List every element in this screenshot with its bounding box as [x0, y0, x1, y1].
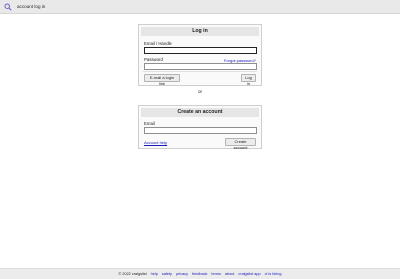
footer-link-privacy[interactable]: privacy	[176, 272, 188, 276]
footer-link-about[interactable]: about	[225, 272, 235, 276]
or-separator: or	[197, 89, 203, 94]
login-panel: Log in Email / Handle Password Forgot pa…	[138, 24, 262, 86]
email-input[interactable]	[144, 127, 257, 134]
password-input[interactable]	[144, 63, 257, 70]
create-account-button[interactable]: Create account	[225, 138, 256, 150]
email-login-link-button[interactable]: E-mail a login link	[144, 74, 180, 86]
create-account-panel: Create an account Email Account help Cre…	[138, 105, 262, 150]
create-account-title: Create an account	[141, 108, 259, 117]
login-button[interactable]: Log in	[241, 74, 256, 86]
email-handle-label: Email / Handle	[144, 41, 172, 46]
copyright: © 2022 craigslist	[118, 272, 147, 276]
footer-link-safety[interactable]: safety	[162, 272, 172, 276]
breadcrumb: account log in	[17, 4, 46, 9]
search-icon[interactable]	[3, 2, 13, 12]
account-help-link[interactable]: Account help	[144, 140, 167, 145]
divider	[143, 71, 257, 72]
password-label: Password	[144, 57, 163, 62]
footer-link-terms[interactable]: terms	[211, 272, 221, 276]
footer-link-feedback[interactable]: feedback	[192, 272, 207, 276]
top-bar: account log in	[0, 0, 400, 14]
login-title: Log in	[141, 27, 259, 36]
footer-link-craigslist-app[interactable]: craigslist app	[238, 272, 260, 276]
footer: © 2022 craigslist help safety privacy fe…	[0, 268, 400, 279]
email-handle-input[interactable]	[144, 47, 257, 54]
email-label: Email	[144, 121, 155, 126]
footer-link-help[interactable]: help	[151, 272, 158, 276]
footer-link-cl-is-hiring[interactable]: cl is hiring	[265, 272, 282, 276]
